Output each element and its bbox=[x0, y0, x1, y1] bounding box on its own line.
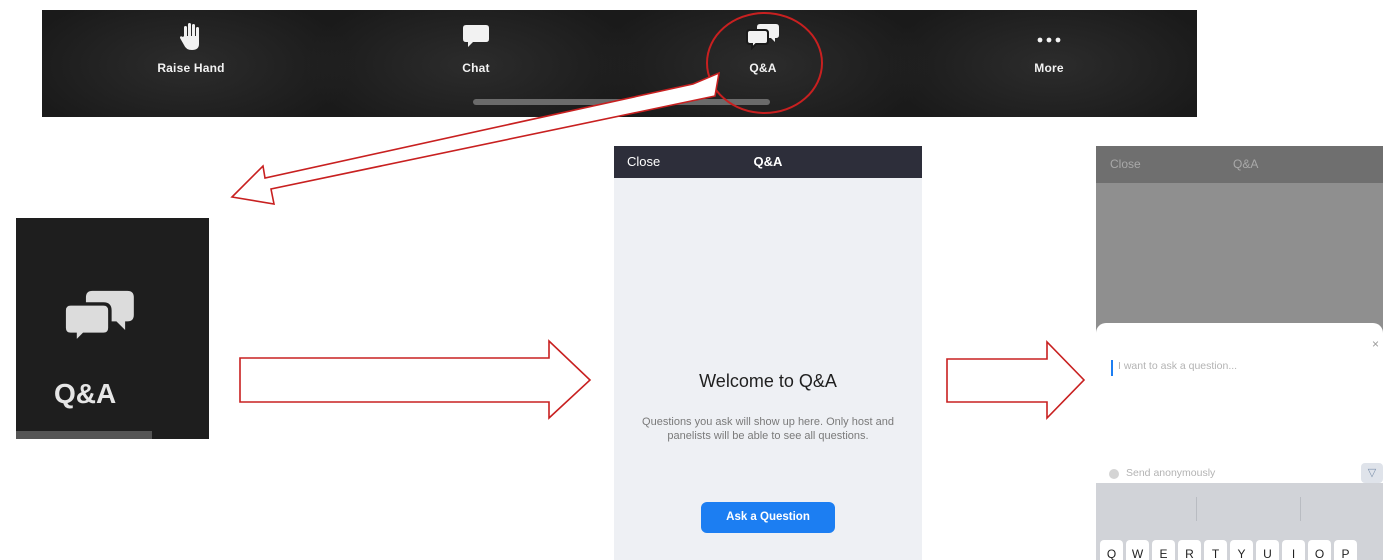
compose-title: Q&A bbox=[1233, 157, 1259, 171]
right-arrow-1 bbox=[239, 339, 592, 420]
qa-screen: Close Q&A Welcome to Q&A Questions you a… bbox=[614, 146, 922, 560]
qa-title: Q&A bbox=[753, 154, 783, 169]
close-icon[interactable]: × bbox=[1372, 337, 1379, 351]
compose-screen: Close Q&A I want to ask a question... × … bbox=[1096, 146, 1383, 560]
keyboard-row: Q W E R T Y U I O P bbox=[1100, 540, 1357, 560]
compose-close-button[interactable]: Close bbox=[1110, 157, 1141, 171]
qa-zoomed-tile: Q&A bbox=[16, 218, 209, 439]
qa-tile-label: Q&A bbox=[54, 378, 117, 409]
ask-question-button[interactable]: Ask a Question bbox=[701, 502, 835, 533]
key-i[interactable]: I bbox=[1282, 540, 1305, 560]
key-y[interactable]: Y bbox=[1230, 540, 1253, 560]
compose-header: Close Q&A bbox=[1096, 146, 1383, 183]
key-p[interactable]: P bbox=[1334, 540, 1357, 560]
anonymous-checkbox[interactable] bbox=[1109, 469, 1119, 479]
key-o[interactable]: O bbox=[1308, 540, 1331, 560]
keyboard: Q W E R T Y U I O P bbox=[1096, 483, 1383, 560]
key-r[interactable]: R bbox=[1178, 540, 1201, 560]
tile-home-indicator bbox=[16, 431, 152, 439]
text-cursor bbox=[1111, 360, 1113, 376]
welcome-description: Questions you ask will show up here. Onl… bbox=[642, 416, 894, 442]
welcome-title: Welcome to Q&A bbox=[699, 371, 837, 391]
key-u[interactable]: U bbox=[1256, 540, 1279, 560]
key-q[interactable]: Q bbox=[1100, 540, 1123, 560]
right-arrow-2 bbox=[946, 340, 1086, 420]
question-input[interactable]: I want to ask a question... bbox=[1118, 360, 1237, 372]
qa-header: Close Q&A bbox=[614, 146, 922, 178]
send-icon[interactable]: ▽ bbox=[1361, 463, 1383, 483]
suggestion-divider bbox=[1196, 497, 1197, 521]
key-w[interactable]: W bbox=[1126, 540, 1149, 560]
key-t[interactable]: T bbox=[1204, 540, 1227, 560]
suggestion-divider bbox=[1300, 497, 1301, 521]
question-sheet: I want to ask a question... × Send anony… bbox=[1096, 323, 1383, 483]
send-anonymously-label: Send anonymously bbox=[1126, 467, 1216, 479]
key-e[interactable]: E bbox=[1152, 540, 1175, 560]
qa-icon bbox=[62, 286, 136, 353]
